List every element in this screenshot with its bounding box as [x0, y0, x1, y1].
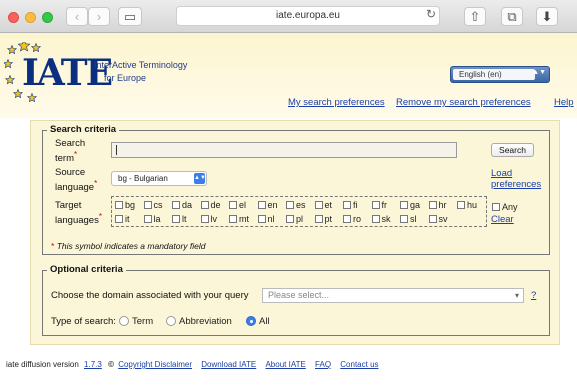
- star-icon: [4, 74, 16, 85]
- search-button[interactable]: Search: [491, 143, 534, 157]
- minimize-window-button[interactable]: [25, 12, 36, 23]
- language-checkbox-es[interactable]: es: [286, 200, 306, 210]
- source-language-select[interactable]: bg - Bulgarian ▲▼: [111, 171, 207, 186]
- search-term-label: Search term*: [55, 138, 86, 165]
- page-footer: iate diffusion version 1.7.3 © Copyright…: [6, 360, 379, 369]
- language-checkbox-fr[interactable]: fr: [371, 200, 387, 210]
- zoom-window-button[interactable]: [42, 12, 53, 23]
- interface-language-select[interactable]: English (en) ▲▼: [450, 66, 550, 83]
- language-checkbox-lv[interactable]: lv: [200, 214, 217, 224]
- language-checkbox-sk[interactable]: sk: [371, 214, 391, 224]
- remove-search-preferences-link[interactable]: Remove my search preferences: [396, 97, 531, 108]
- browser-toolbar: ‹ › ▭ iate.europa.eu ↻ ⇧ ⧉ ⬇: [0, 0, 577, 33]
- clear-link[interactable]: Clear: [491, 214, 514, 225]
- type-term-radio[interactable]: Term: [119, 316, 153, 327]
- language-checkbox-ga[interactable]: ga: [400, 200, 420, 210]
- optional-criteria-legend: Optional criteria: [47, 264, 126, 275]
- type-abbreviation-radio[interactable]: Abbreviation: [166, 316, 232, 327]
- share-icon[interactable]: ⇧: [464, 7, 486, 26]
- downloads-icon[interactable]: ⬇: [536, 7, 558, 26]
- star-icon: [12, 88, 24, 99]
- search-term-input[interactable]: [111, 142, 457, 158]
- help-link[interactable]: Help: [554, 97, 574, 108]
- star-icon: [4, 58, 14, 69]
- star-icon: [17, 42, 31, 52]
- footer-link-copyright[interactable]: Copyright Disclaimer: [118, 360, 192, 369]
- text-caret: [116, 145, 117, 155]
- footer-link-contact[interactable]: Contact us: [340, 360, 378, 369]
- footer-link-about[interactable]: About IATE: [265, 360, 305, 369]
- language-checkbox-pl[interactable]: pl: [286, 214, 303, 224]
- copyright-icon: ©: [108, 360, 114, 369]
- source-language-label: Source language*: [55, 167, 98, 194]
- select-arrows-icon: ▲▼: [194, 173, 206, 184]
- language-checkbox-et[interactable]: et: [314, 200, 332, 210]
- version-link[interactable]: 1.7.3: [84, 360, 102, 369]
- any-language-checkbox[interactable]: Any: [492, 202, 518, 212]
- domain-select[interactable]: Please select... ▾: [262, 288, 524, 303]
- language-checkbox-mt[interactable]: mt: [229, 214, 249, 224]
- language-checkbox-cs[interactable]: cs: [143, 200, 163, 210]
- search-type-label: Type of search:: [51, 316, 116, 327]
- target-languages-label: Target languages*: [55, 200, 102, 227]
- star-icon: [6, 44, 18, 55]
- language-checkbox-da[interactable]: da: [172, 200, 192, 210]
- star-icon: [26, 92, 38, 103]
- language-checkbox-fi[interactable]: fi: [343, 200, 358, 210]
- language-checkbox-el[interactable]: el: [229, 200, 246, 210]
- close-window-button[interactable]: [8, 12, 19, 23]
- site-tagline: InterActive Terminology for Europe: [94, 60, 188, 83]
- language-checkbox-de[interactable]: de: [200, 200, 221, 210]
- forward-button[interactable]: ›: [88, 7, 110, 26]
- load-preferences-link[interactable]: Load preferences: [491, 168, 541, 190]
- language-checkbox-pt[interactable]: pt: [314, 214, 332, 224]
- language-checkbox-sl[interactable]: sl: [400, 214, 417, 224]
- language-checkbox-lt[interactable]: lt: [172, 214, 187, 224]
- domain-help-link[interactable]: ?: [531, 290, 536, 301]
- language-checkbox-it[interactable]: it: [115, 214, 130, 224]
- language-checkbox-bg[interactable]: bg: [115, 200, 135, 210]
- language-checkbox-en[interactable]: en: [257, 200, 278, 210]
- back-button[interactable]: ‹: [66, 7, 88, 26]
- language-checkbox-hr[interactable]: hr: [428, 200, 447, 210]
- sidebar-icon[interactable]: ▭: [118, 7, 142, 26]
- select-arrows-icon: ▲▼: [532, 69, 546, 76]
- search-criteria-legend: Search criteria: [47, 124, 120, 135]
- reload-icon[interactable]: ↻: [426, 7, 436, 21]
- my-search-preferences-link[interactable]: My search preferences: [288, 97, 385, 108]
- mandatory-note: * This symbol indicates a mandatory fiel…: [51, 241, 206, 251]
- chevron-down-icon: ▾: [514, 291, 519, 300]
- language-checkbox-ro[interactable]: ro: [343, 214, 361, 224]
- type-all-radio[interactable]: All: [246, 316, 270, 327]
- address-bar[interactable]: iate.europa.eu: [176, 6, 440, 26]
- footer-link-download[interactable]: Download IATE: [201, 360, 256, 369]
- language-checkbox-hu[interactable]: hu: [457, 200, 477, 210]
- star-icon: [30, 42, 42, 53]
- target-language-grid: bg cs da de el en es et fi fr ga hr hu it la lt lv mt nl pl…: [111, 196, 487, 227]
- language-checkbox-nl[interactable]: nl: [257, 214, 275, 224]
- language-checkbox-sv[interactable]: sv: [428, 214, 448, 224]
- language-checkbox-la[interactable]: la: [143, 214, 161, 224]
- tabs-overview-icon[interactable]: ⧉: [501, 7, 523, 26]
- footer-link-faq[interactable]: FAQ: [315, 360, 331, 369]
- domain-label: Choose the domain associated with your q…: [51, 290, 249, 301]
